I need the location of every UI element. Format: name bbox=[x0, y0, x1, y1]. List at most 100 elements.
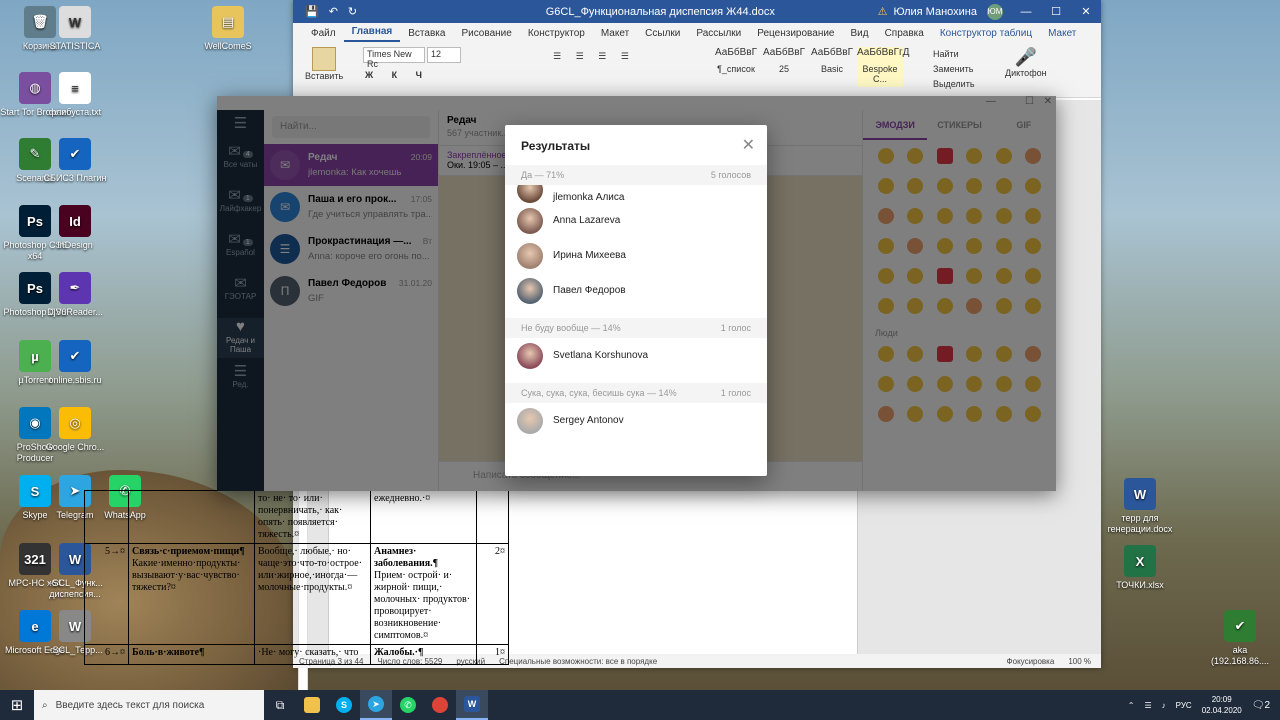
voter-row[interactable]: Павел Федоров bbox=[505, 273, 767, 308]
table-cell[interactable]: Жалобы.·¶ bbox=[370, 644, 477, 665]
zoom-level[interactable]: 100 % bbox=[1068, 657, 1091, 666]
desktop-icon[interactable]: X ТОЧКИ.xlsx bbox=[1105, 545, 1175, 591]
format-buttons[interactable]: Ж К Ч bbox=[365, 70, 430, 80]
find-button[interactable]: Найти bbox=[933, 47, 975, 62]
paragraph-buttons[interactable]: ☰ ☰ ☰ ☰ bbox=[553, 51, 635, 62]
ribbon-tab[interactable]: Конструктор bbox=[520, 28, 593, 39]
whatsapp-icon[interactable]: ✆ bbox=[392, 690, 424, 720]
tray-arrow-icon[interactable]: ⌃ bbox=[1128, 701, 1135, 710]
taskbar: ⊞ ⌕ Введите здесь текст для поиска ⧉ S ➤… bbox=[0, 690, 1280, 720]
accessibility-status[interactable]: Специальные возможности: все в порядке bbox=[499, 657, 657, 666]
desktop-icon[interactable]: ▤ WellComeS bbox=[193, 6, 263, 52]
ribbon-tab[interactable]: Рисование bbox=[453, 28, 519, 39]
table-cell[interactable]: Анамнез· заболевания.¶ Прием· острой· и· … bbox=[370, 543, 477, 645]
style-name: Bespoke C... bbox=[862, 64, 898, 84]
desktop-icon[interactable]: ◎ Google Chro... bbox=[40, 407, 110, 453]
voter-name: Svetlana Korshunova bbox=[553, 350, 649, 361]
desktop-icon[interactable]: W STATISTICA bbox=[40, 6, 110, 52]
telegram-taskbar-icon[interactable]: ➤ bbox=[360, 690, 392, 720]
warning-icon: ⚠ bbox=[877, 6, 888, 18]
desktop-icon-label: флибуста.txt bbox=[48, 107, 102, 117]
close-icon[interactable]: ✕ bbox=[1071, 5, 1101, 18]
voter-row[interactable]: jlemonka Алиса bbox=[505, 185, 767, 203]
save-icon[interactable]: 💾 bbox=[305, 5, 319, 18]
maximize-icon[interactable]: ☐ bbox=[1041, 5, 1071, 18]
word-taskbar-icon[interactable]: W bbox=[456, 690, 488, 720]
ribbon-tab[interactable]: Конструктор таблиц bbox=[932, 28, 1040, 39]
skype-icon[interactable]: S bbox=[328, 690, 360, 720]
ribbon-tab[interactable]: Главная bbox=[343, 24, 401, 42]
close-icon[interactable]: ✕ bbox=[742, 135, 755, 155]
table-cell[interactable]: ·Не· могу· сказать,· что bbox=[254, 644, 371, 665]
font-size-select[interactable]: 12 bbox=[427, 47, 461, 63]
ribbon-tabs: Файл Главная Вставка Рисование Конструктор Ма… bbox=[293, 23, 1101, 43]
user-avatar[interactable]: ЮМ bbox=[987, 3, 1003, 20]
avatar bbox=[517, 242, 543, 269]
language-indicator[interactable]: РУС bbox=[1176, 701, 1192, 710]
ribbon-tab[interactable]: Ссылки bbox=[637, 28, 688, 39]
ribbon-tab[interactable]: Рассылки bbox=[688, 28, 749, 39]
desktop-icon[interactable]: ✔ online.sbis.ru bbox=[40, 340, 110, 386]
app-icon: ✔ bbox=[59, 138, 91, 170]
taskbar-search-input[interactable]: ⌕ Введите здесь текст для поиска bbox=[34, 690, 264, 720]
style-gallery-item[interactable]: АаБбВвГ Basic bbox=[809, 47, 855, 87]
option-label: Да — 71% bbox=[521, 170, 565, 180]
paste-button[interactable]: Вставить bbox=[305, 47, 343, 81]
network-icon[interactable]: ☰ bbox=[1144, 701, 1151, 710]
table-cell[interactable]: 6→¤ bbox=[84, 644, 129, 665]
ribbon-tab[interactable]: Рецензирование bbox=[749, 28, 842, 39]
dictate-label: Диктофон bbox=[1005, 68, 1047, 78]
table-cell[interactable]: 1¤ bbox=[476, 644, 509, 665]
font-name-select[interactable]: Times New Rc bbox=[363, 47, 425, 69]
voter-row[interactable]: Ирина Михеева bbox=[505, 238, 767, 273]
table-cell[interactable]: то· не· то· или· понервничать,· как· опя… bbox=[254, 490, 371, 544]
table-cell[interactable]: Боль·в·животе¶ bbox=[128, 644, 255, 665]
desktop-icon[interactable]: Wтерр для генерации.docx bbox=[1105, 478, 1175, 535]
ribbon-tab[interactable]: Вставка bbox=[400, 28, 453, 39]
ribbon-tab[interactable]: Файл bbox=[303, 28, 344, 39]
voter-row[interactable]: Sergey Antonov bbox=[505, 403, 767, 438]
voter-row[interactable]: Svetlana Korshunova bbox=[505, 338, 767, 373]
voter-name: Anna Lazareva bbox=[553, 215, 621, 226]
table-cell[interactable]: 2¤ bbox=[476, 543, 509, 645]
table-cell[interactable]: Вообще,· любые,· но· чаще·это·что-то·ост… bbox=[254, 543, 371, 645]
table-cell[interactable] bbox=[476, 490, 509, 544]
table-cell[interactable] bbox=[128, 490, 255, 544]
undo-icon[interactable]: ↶ bbox=[329, 5, 338, 18]
cell-heading: Боль·в·животе¶ bbox=[132, 647, 205, 658]
volume-icon[interactable]: ♪ bbox=[1162, 701, 1166, 710]
desktop-icon-label: WellComeS bbox=[204, 41, 252, 51]
minimize-icon[interactable]: — bbox=[1011, 6, 1041, 18]
task-view-icon[interactable]: ⧉ bbox=[264, 690, 296, 720]
redo-icon[interactable]: ↻ bbox=[348, 5, 357, 18]
clock[interactable]: 20:09 02.04.2020 bbox=[1202, 694, 1242, 716]
table-cell[interactable]: Связь·с·приемом·пищи¶ Какие·именно·продук… bbox=[128, 543, 255, 645]
focus-mode[interactable]: Фокусировка bbox=[1007, 657, 1055, 666]
table-cell[interactable]: ежедневно.·¤ bbox=[370, 490, 477, 544]
desktop-icon[interactable]: ✔ СБИС3 Плагин bbox=[40, 138, 110, 184]
desktop-icon[interactable]: ≡ флибуста.txt bbox=[40, 72, 110, 118]
select-button[interactable]: Выделить bbox=[933, 77, 975, 92]
chrome-icon[interactable] bbox=[424, 690, 456, 720]
explorer-icon[interactable] bbox=[296, 690, 328, 720]
desktop-icon[interactable]: ✔ aka (192.168.86.... bbox=[1205, 610, 1275, 667]
desktop-icon[interactable]: Id InDesign bbox=[40, 205, 110, 251]
ribbon-tab[interactable]: Справка bbox=[877, 28, 932, 39]
user-name[interactable]: Юлия Манохина bbox=[893, 6, 977, 18]
ribbon-tab[interactable]: Макет bbox=[1040, 28, 1084, 39]
notifications-icon[interactable]: 🗨2 bbox=[1252, 700, 1270, 711]
style-gallery-item[interactable]: АаБбВвГгД Bespoke C... bbox=[857, 47, 909, 87]
style-gallery-item[interactable]: АаБбВвГ ¶_список bbox=[713, 47, 759, 87]
style-gallery-item[interactable]: АаБбВвГ 25 bbox=[761, 47, 807, 87]
table-cell[interactable]: 5→¤ bbox=[84, 543, 129, 645]
quick-access: 💾 ↶ ↻ bbox=[293, 5, 443, 18]
ribbon-tab[interactable]: Макет bbox=[593, 28, 637, 39]
table-cell[interactable] bbox=[84, 490, 129, 544]
desktop-icon[interactable]: ✒ DjVuReader... bbox=[40, 272, 110, 318]
windows-start-icon[interactable]: ⊞ bbox=[0, 696, 34, 714]
replace-button[interactable]: Заменить bbox=[933, 62, 975, 77]
ribbon-tab[interactable]: Вид bbox=[842, 28, 876, 39]
dictate-button[interactable]: 🎤 Диктофон bbox=[1005, 47, 1047, 78]
desktop-icon-label: aka (192.168.86.... bbox=[1210, 645, 1270, 666]
voter-row[interactable]: Anna Lazareva bbox=[505, 203, 767, 238]
